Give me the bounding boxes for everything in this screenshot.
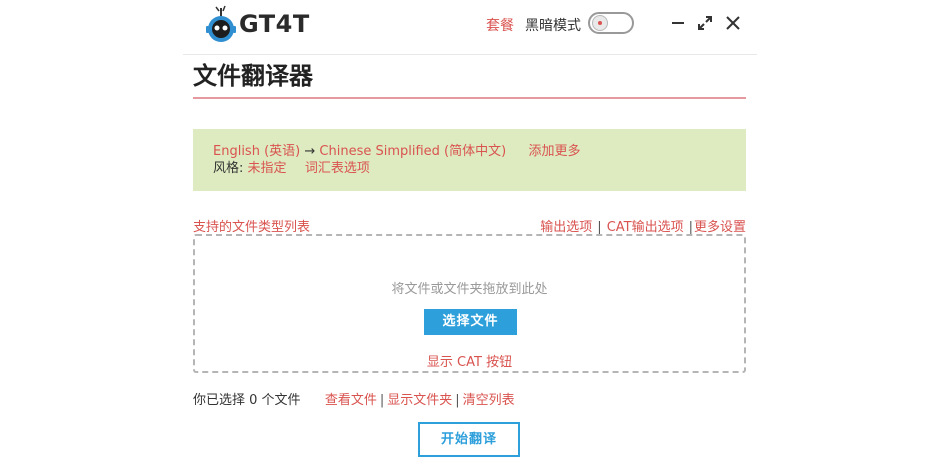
dark-mode-label: 黑暗模式 [525, 18, 581, 34]
selected-files-count: 你已选择 0 个文件 [193, 393, 301, 408]
robot-icon [206, 5, 236, 42]
options-row: 支持的文件类型列表 输出选项 | CAT输出选项 |更多设置 [193, 216, 746, 235]
close-icon [726, 16, 740, 30]
file-drop-zone[interactable]: 将文件或文件夹拖放到此处 选择文件 显示 CAT 按钮 [193, 234, 746, 373]
output-options-link[interactable]: 输出选项 [540, 220, 592, 235]
supported-file-types-link[interactable]: 支持的文件类型列表 [193, 216, 310, 235]
plans-link[interactable]: 套餐 [486, 15, 514, 35]
minimize-button[interactable] [669, 14, 687, 32]
dark-mode-toggle[interactable] [588, 12, 634, 34]
title-divider [193, 97, 746, 99]
choose-files-button[interactable]: 选择文件 [424, 309, 517, 335]
close-button[interactable] [724, 14, 742, 32]
more-settings-link[interactable]: 更多设置 [694, 220, 746, 235]
selection-status-row: 你已选择 0 个文件 查看文件 | 显示文件夹 | 清空列表 [193, 389, 515, 408]
start-translation-button[interactable]: 开始翻译 [418, 422, 520, 457]
view-files-link[interactable]: 查看文件 [325, 393, 377, 408]
expand-icon [698, 16, 712, 30]
style-value-link[interactable]: 未指定 [248, 161, 287, 176]
logo-text: GT4T [239, 10, 310, 38]
arrow-icon: → [304, 144, 316, 159]
separator: | [597, 220, 602, 235]
style-label: 风格: [213, 161, 244, 176]
output-options-group: 输出选项 | CAT输出选项 |更多设置 [540, 216, 746, 235]
app-logo: GT4T [203, 4, 310, 44]
add-more-languages-link[interactable]: 添加更多 [528, 144, 580, 159]
language-pair-row: English (英语) → Chinese Simplified (简体中文)… [213, 143, 726, 160]
language-panel: English (英语) → Chinese Simplified (简体中文)… [193, 129, 746, 191]
clear-list-link[interactable]: 清空列表 [463, 393, 515, 408]
show-cat-buttons-link[interactable]: 显示 CAT 按钮 [195, 351, 744, 370]
separator: | [379, 393, 385, 408]
maximize-button[interactable] [696, 14, 714, 32]
glossary-options-link[interactable]: 词汇表选项 [305, 161, 370, 176]
drop-hint: 将文件或文件夹拖放到此处 [391, 282, 548, 297]
page-title: 文件翻译器 [193, 62, 313, 90]
separator: | [688, 220, 693, 235]
cat-output-options-link[interactable]: CAT输出选项 [607, 220, 684, 235]
source-language-link[interactable]: English (英语) [213, 144, 300, 159]
toggle-knob [592, 15, 608, 31]
show-folder-link[interactable]: 显示文件夹 [387, 393, 452, 408]
separator: | [455, 393, 460, 408]
style-row: 风格: 未指定 词汇表选项 [213, 160, 726, 177]
minimize-icon [672, 22, 684, 24]
title-bar: GT4T 套餐 黑暗模式 [183, 0, 757, 55]
target-language-link[interactable]: Chinese Simplified (简体中文) [319, 144, 506, 159]
app-window: GT4T 套餐 黑暗模式 文件翻译器 English (英语) → Chines… [183, 0, 757, 470]
